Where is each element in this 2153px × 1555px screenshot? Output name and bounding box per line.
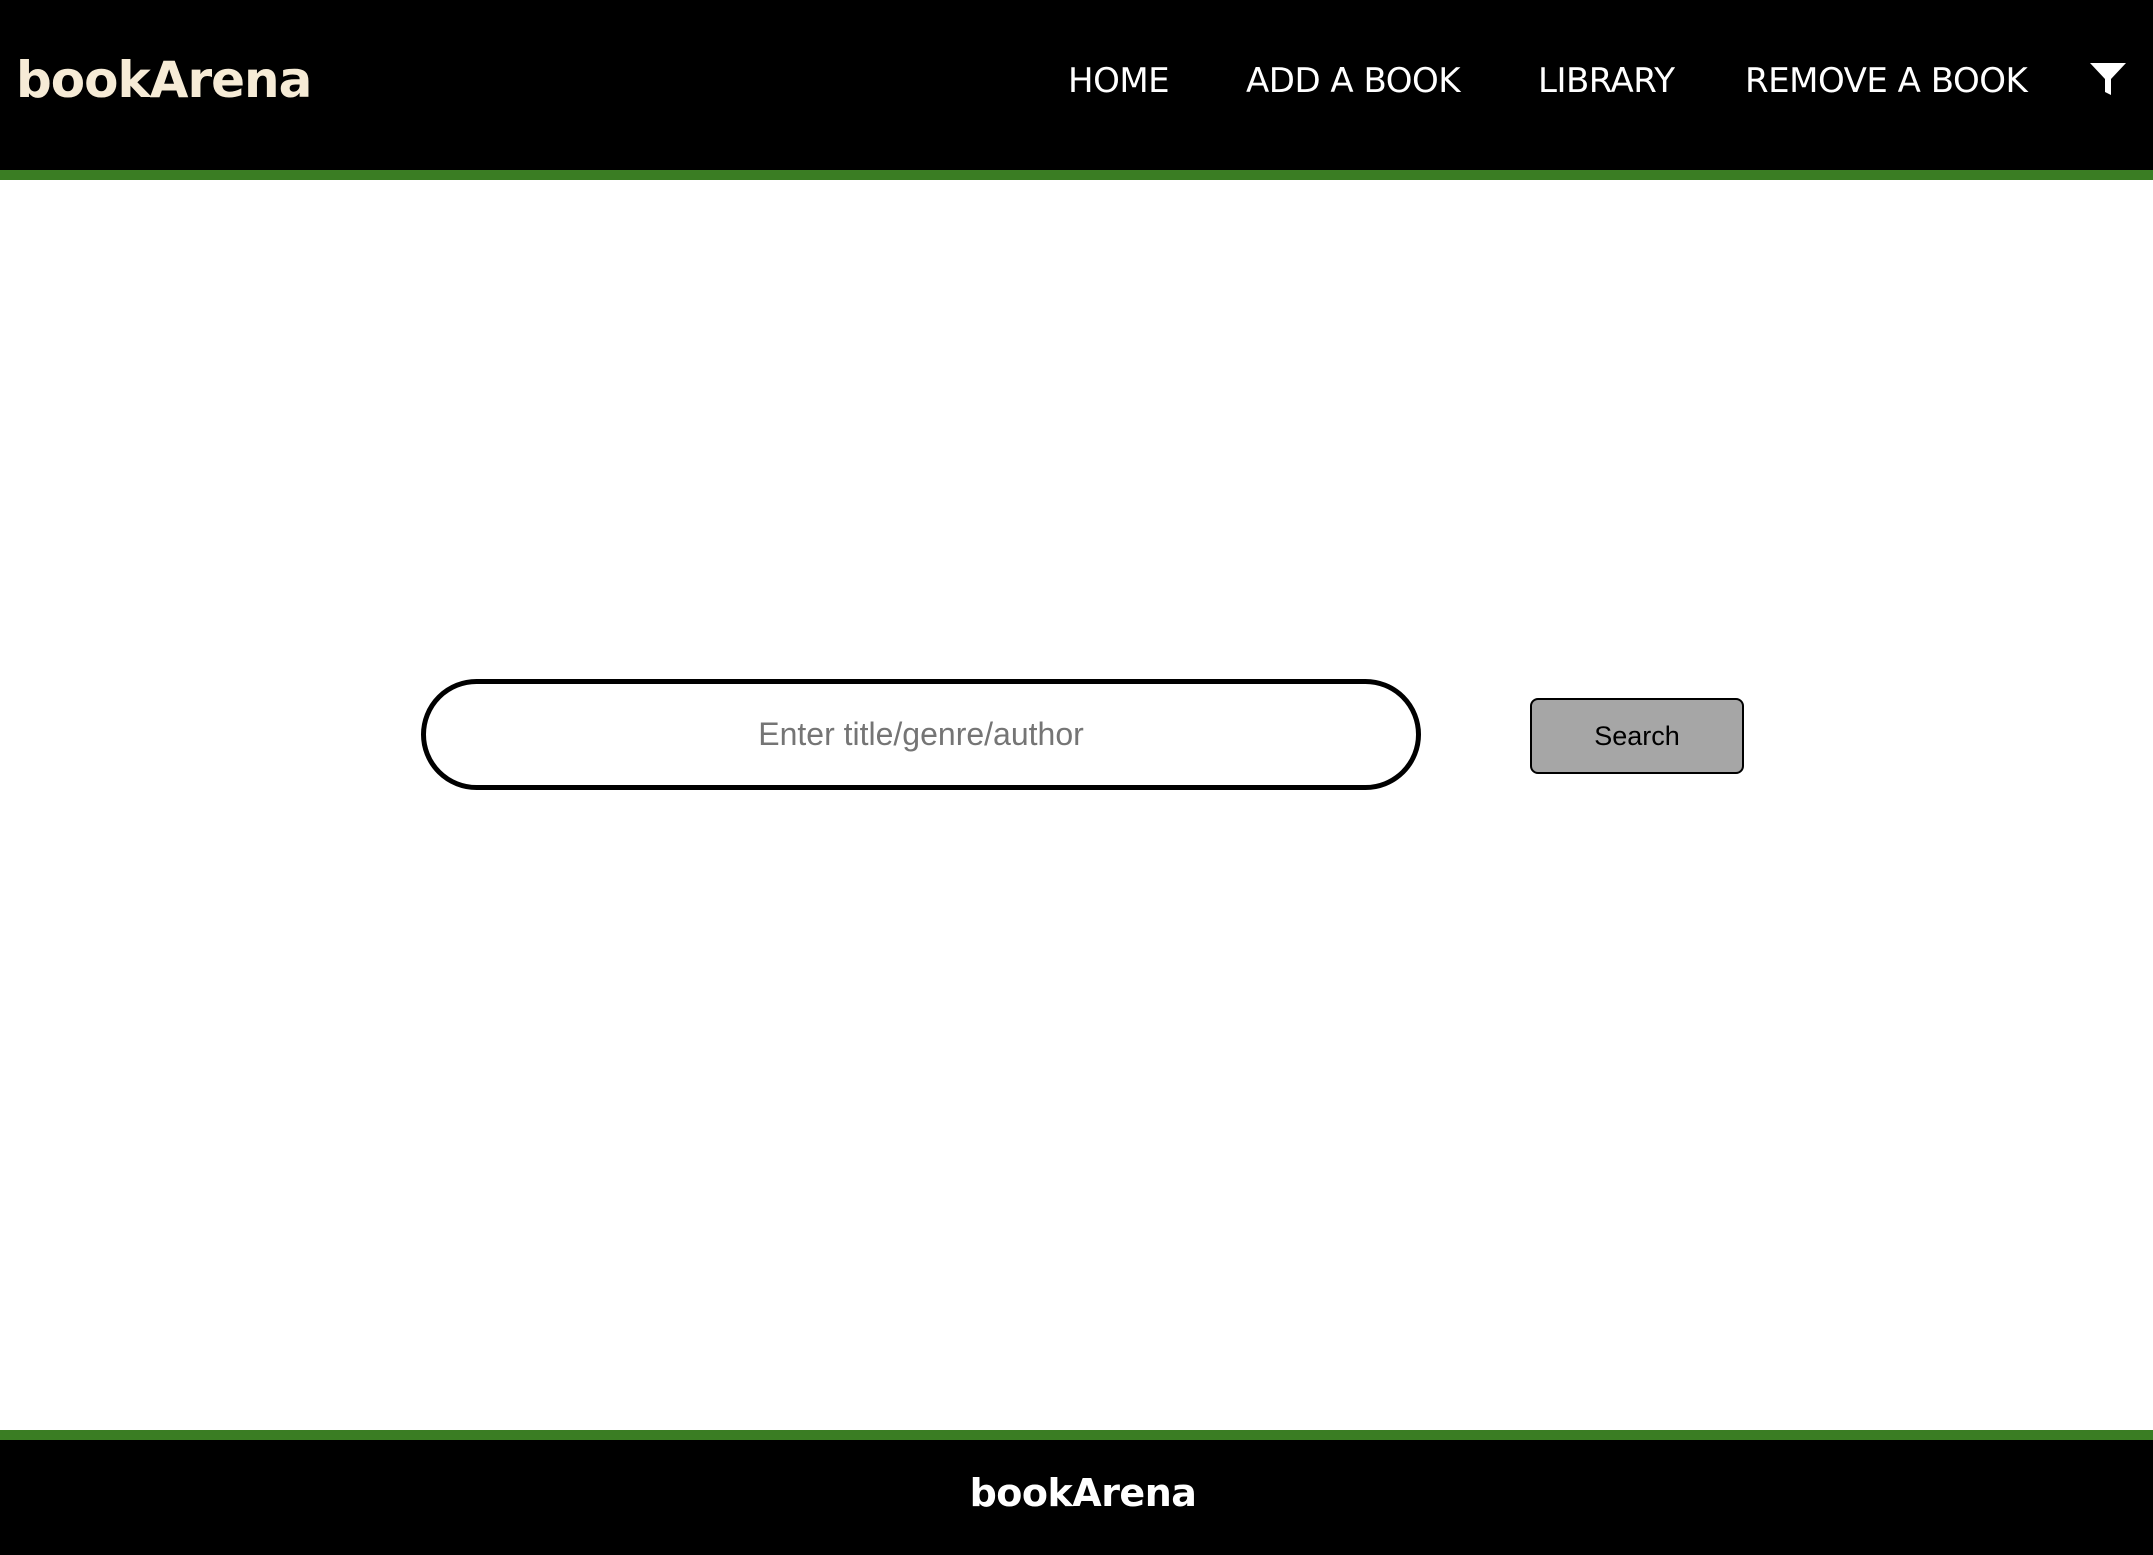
nav-library[interactable]: LIBRARY xyxy=(1538,56,1675,106)
filter-icon[interactable] xyxy=(2089,62,2127,98)
search-input[interactable] xyxy=(421,679,1421,790)
brand-logo[interactable]: bookArena xyxy=(16,50,312,110)
nav-add-a-book[interactable]: ADD A BOOK xyxy=(1246,56,1461,106)
site-footer: bookArena xyxy=(0,1430,2153,1555)
nav-remove-a-book[interactable]: REMOVE A BOOK xyxy=(1745,56,2028,106)
footer-brand: bookArena xyxy=(969,1471,1197,1515)
search-button[interactable]: Search xyxy=(1530,698,1744,774)
nav-home[interactable]: HOME xyxy=(1068,56,1170,106)
filter-icon-glyph xyxy=(2090,63,2126,95)
site-header: bookArena HOME ADD A BOOK LIBRARY REMOVE… xyxy=(0,0,2153,180)
main-content xyxy=(0,180,2153,1430)
